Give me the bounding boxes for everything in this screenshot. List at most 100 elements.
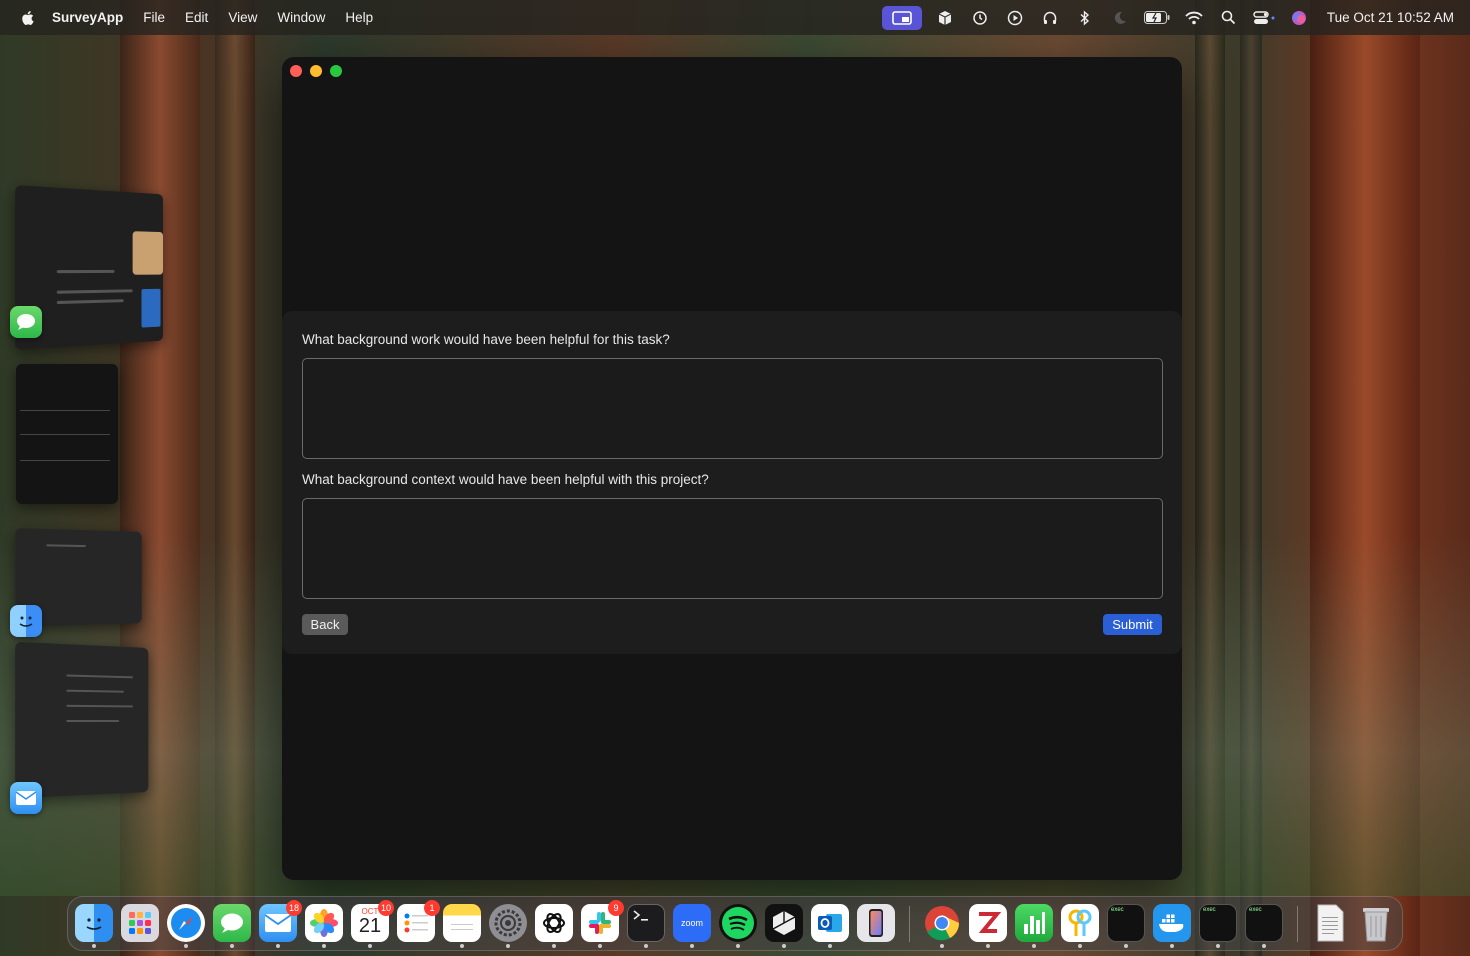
moon-icon[interactable]	[1109, 9, 1131, 27]
running-indicator	[598, 944, 602, 948]
running-indicator	[552, 944, 556, 948]
running-indicator	[230, 944, 234, 948]
reminders-badge: 1	[424, 900, 440, 916]
running-indicator	[1078, 944, 1082, 948]
control-center-icon[interactable]	[1253, 9, 1275, 27]
dock-numbers-icon[interactable]	[1015, 904, 1053, 942]
dock-cursor-icon[interactable]	[765, 904, 803, 942]
play-icon[interactable]	[1004, 9, 1026, 27]
running-indicator	[986, 944, 990, 948]
finder-stage-icon[interactable]	[10, 605, 42, 637]
submit-button[interactable]: Submit	[1103, 614, 1162, 635]
dock-launchpad-icon[interactable]	[121, 904, 159, 942]
survey-window: What background work would have been hel…	[282, 57, 1182, 880]
dock-notes-icon[interactable]	[443, 904, 481, 942]
dock-chatgpt-icon[interactable]	[535, 904, 573, 942]
close-button[interactable]	[290, 65, 302, 77]
running-indicator	[460, 944, 464, 948]
dock-finder-icon[interactable]	[75, 904, 113, 942]
question-2-input[interactable]	[302, 498, 1163, 599]
menu-window[interactable]: Window	[277, 10, 325, 25]
dock-exec-icon[interactable]: exec	[1199, 904, 1237, 942]
running-indicator	[690, 944, 694, 948]
exec-label: exec	[1249, 907, 1262, 913]
zoom-wordmark: zoom	[680, 918, 703, 928]
dock-keychain-icon[interactable]	[1061, 904, 1099, 942]
exec-label: exec	[1203, 907, 1216, 913]
time-machine-icon[interactable]	[969, 9, 991, 27]
slack-badge: 9	[608, 900, 624, 916]
survey-panel: What background work would have been hel…	[282, 311, 1182, 654]
dock-separator	[909, 906, 910, 942]
running-indicator	[92, 944, 96, 948]
app-menu[interactable]: SurveyApp	[52, 10, 123, 25]
menu-bar: SurveyApp File Edit View Window Help Tue…	[0, 0, 1470, 35]
menu-help[interactable]: Help	[345, 10, 373, 25]
running-indicator	[506, 944, 510, 948]
question-1-label: What background work would have been hel…	[302, 332, 670, 347]
running-indicator	[276, 944, 280, 948]
dock: 18 OCT 21 10 1 9 zoom exec exec exec	[67, 896, 1403, 951]
back-button[interactable]: Back	[302, 614, 348, 635]
running-indicator	[184, 944, 188, 948]
question-1-input[interactable]	[302, 358, 1163, 459]
dock-mail-icon[interactable]: 18	[259, 900, 302, 942]
apple-icon[interactable]	[18, 8, 38, 28]
question-2-label: What background context would have been …	[302, 472, 709, 487]
siri-icon[interactable]	[1288, 9, 1310, 27]
running-indicator	[782, 944, 786, 948]
running-indicator	[368, 944, 372, 948]
wifi-icon[interactable]	[1183, 9, 1205, 27]
dock-trash-icon[interactable]	[1357, 904, 1395, 942]
stage-window-thumbnail[interactable]	[16, 364, 118, 504]
dock-exec-icon[interactable]: exec	[1107, 904, 1145, 942]
package-icon[interactable]	[934, 9, 956, 27]
dock-safari-icon[interactable]	[167, 904, 205, 942]
dock-zoom-icon[interactable]: zoom	[673, 904, 711, 942]
menu-view[interactable]: View	[228, 10, 257, 25]
running-indicator	[322, 944, 326, 948]
running-indicator	[1170, 944, 1174, 948]
dock-spotify-icon[interactable]	[719, 904, 757, 942]
bluetooth-icon[interactable]	[1074, 9, 1096, 27]
mail-stage-icon[interactable]	[10, 782, 42, 814]
messages-stage-icon[interactable]	[10, 306, 42, 338]
dock-reminders-icon[interactable]: 1	[397, 900, 440, 942]
calendar-badge: 10	[377, 900, 394, 916]
running-indicator	[828, 944, 832, 948]
dock-zotero-icon[interactable]	[969, 904, 1007, 942]
menu-edit[interactable]: Edit	[185, 10, 208, 25]
dock-settings-icon[interactable]	[489, 904, 527, 942]
dock-docker-icon[interactable]	[1153, 904, 1191, 942]
mail-badge: 18	[285, 900, 302, 916]
running-indicator	[1032, 944, 1036, 948]
dock-separator	[1297, 906, 1298, 942]
dock-document-icon[interactable]	[1311, 904, 1349, 942]
headphones-icon[interactable]	[1039, 9, 1061, 27]
menu-file[interactable]: File	[143, 10, 165, 25]
dock-terminal-icon[interactable]	[627, 904, 665, 942]
search-icon[interactable]	[1218, 9, 1240, 27]
dock-messages-icon[interactable]	[213, 904, 251, 942]
dock-photos-icon[interactable]	[305, 904, 343, 942]
dock-exec-icon[interactable]: exec	[1245, 904, 1283, 942]
running-indicator	[940, 944, 944, 948]
dock-calendar-icon[interactable]: OCT 21 10	[351, 900, 394, 942]
battery-icon[interactable]	[1143, 9, 1170, 27]
dock-outlook-icon[interactable]	[811, 904, 849, 942]
running-indicator	[1262, 944, 1266, 948]
dock-slack-icon[interactable]: 9	[581, 900, 624, 942]
running-indicator	[736, 944, 740, 948]
running-indicator	[1124, 944, 1128, 948]
minimize-button[interactable]	[310, 65, 322, 77]
screen-share-icon[interactable]	[881, 5, 922, 30]
running-indicator	[644, 944, 648, 948]
running-indicator	[1216, 944, 1220, 948]
stage-window-thumbnail[interactable]	[15, 641, 149, 799]
zoom-button[interactable]	[330, 65, 342, 77]
exec-label: exec	[1111, 907, 1124, 913]
dock-iphone-mirroring-icon[interactable]	[857, 904, 895, 942]
calendar-day: 21	[358, 915, 382, 937]
menu-clock[interactable]: Tue Oct 21 10:52 AM	[1327, 10, 1454, 25]
dock-chrome-icon[interactable]	[923, 904, 961, 942]
